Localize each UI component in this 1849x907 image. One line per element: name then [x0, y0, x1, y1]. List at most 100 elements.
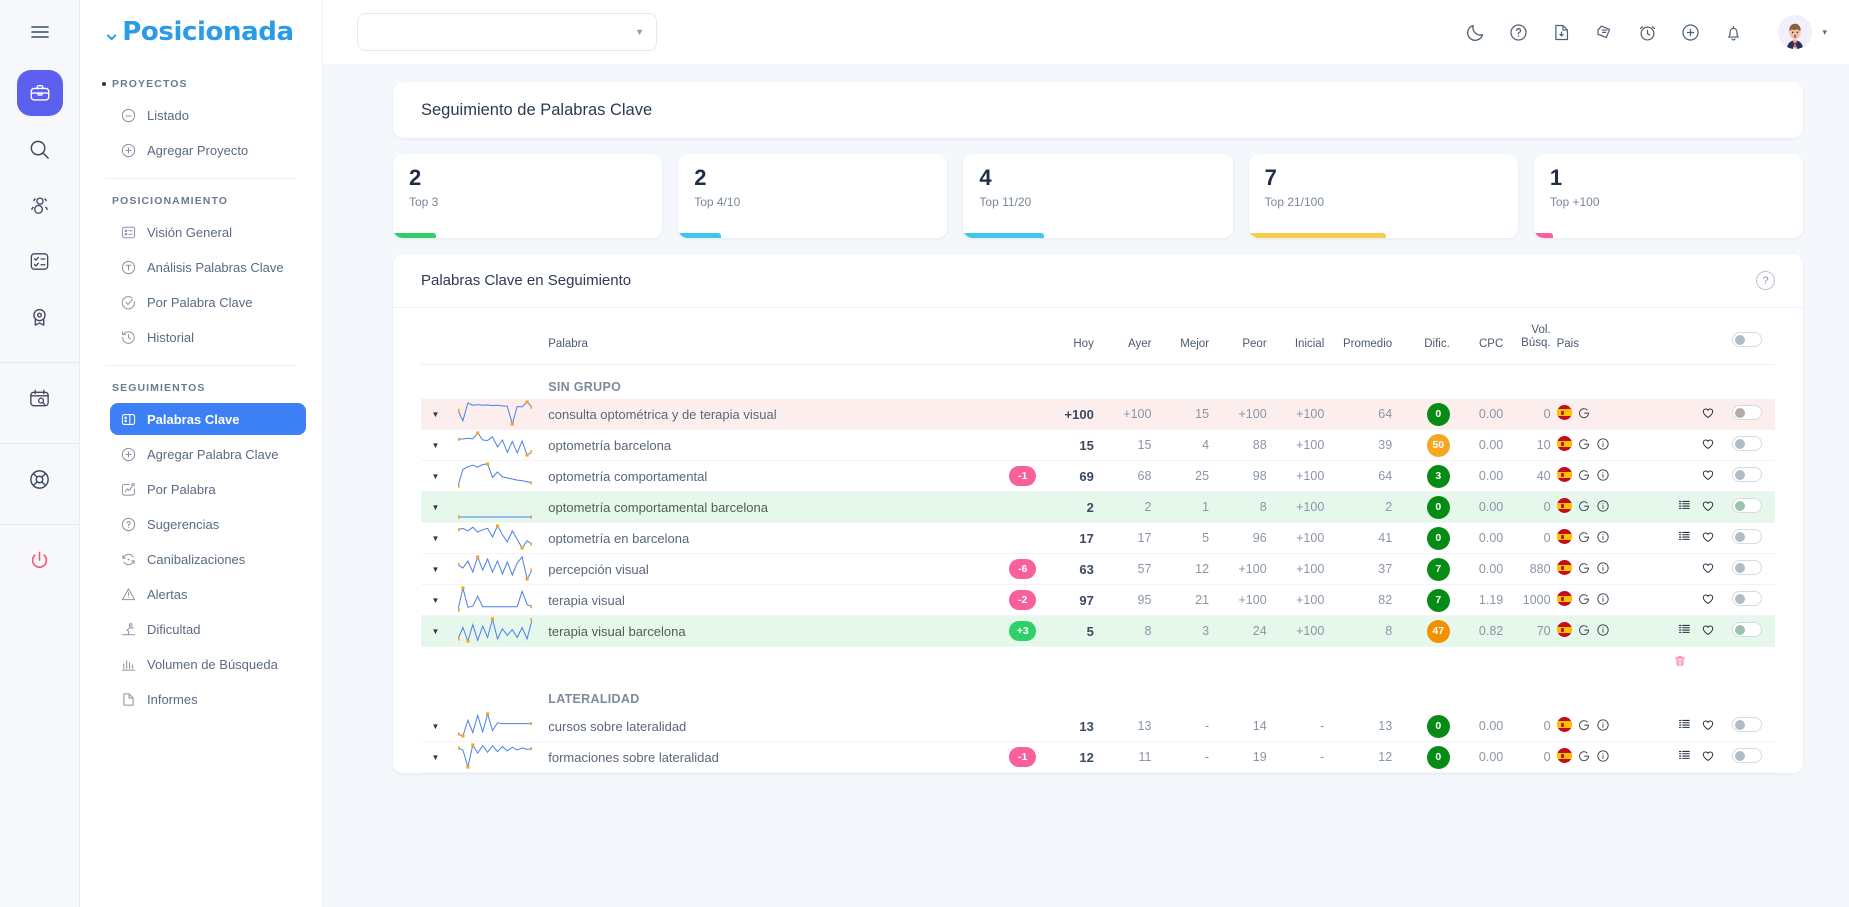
table-row[interactable]: ▼ percepción visual -6 63 57 12 +100 +100 37 7 0.0… [421, 554, 1775, 585]
row-toggle-switch[interactable] [1732, 622, 1763, 638]
row-toggle-switch[interactable] [1732, 498, 1763, 514]
stat-card[interactable]: 1 Top +100 [1533, 154, 1804, 238]
project-selector[interactable]: ▼ [357, 13, 657, 51]
toggle-all-switch[interactable] [1732, 332, 1763, 348]
row-toggle-switch[interactable] [1732, 748, 1763, 764]
stat-card[interactable]: 4 Top 11/20 [963, 154, 1233, 238]
col-dific[interactable]: Dific. [1392, 308, 1450, 365]
serp-list-icon[interactable] [1678, 499, 1691, 515]
menu-icon[interactable] [17, 12, 63, 52]
sidebar-item-listado[interactable]: Listado [110, 99, 306, 131]
favorite-heart-icon[interactable] [1701, 718, 1715, 735]
table-row[interactable]: ▼ consulta optométrica y de terapia visua… [421, 398, 1775, 430]
google-icon[interactable] [1577, 592, 1591, 609]
row-toggle-switch[interactable] [1732, 405, 1763, 421]
row-keyword[interactable]: optometría en barcelona [538, 523, 980, 554]
table-row[interactable]: ▼ cursos sobre lateralidad 13 13 - 14 - 13 0 0.00… [421, 711, 1775, 742]
row-toggle-switch[interactable] [1732, 467, 1763, 483]
google-icon[interactable] [1577, 561, 1591, 578]
calendar-search-icon[interactable] [17, 375, 63, 421]
favorite-heart-icon[interactable] [1701, 561, 1715, 578]
table-row[interactable]: ▼ terapia visual -2 97 95 21 +100 +100 82 7 1.19 10… [421, 585, 1775, 616]
info-icon[interactable] [1596, 468, 1610, 485]
row-toggle-switch[interactable] [1732, 560, 1763, 576]
favorite-heart-icon[interactable] [1701, 468, 1715, 485]
row-toggle-switch[interactable] [1732, 529, 1763, 545]
power-icon[interactable] [17, 537, 63, 583]
favorite-heart-icon[interactable] [1701, 623, 1715, 640]
favorite-heart-icon[interactable] [1701, 749, 1715, 766]
sidebar-item-sugerencias[interactable]: Sugerencias [110, 508, 306, 540]
col-mejor[interactable]: Mejor [1151, 308, 1209, 365]
row-keyword[interactable]: optometría barcelona [538, 430, 980, 461]
info-icon[interactable] [1596, 749, 1610, 766]
brand-logo[interactable]: ⌄ Posicionada [96, 0, 306, 64]
info-icon[interactable] [1596, 623, 1610, 640]
row-keyword[interactable]: terapia visual barcelona [538, 616, 980, 647]
row-expand-caret[interactable]: ▼ [421, 742, 450, 773]
row-expand-caret[interactable]: ▼ [421, 523, 450, 554]
favorite-heart-icon[interactable] [1701, 406, 1715, 423]
google-icon[interactable] [1577, 718, 1591, 735]
sidebar-item-dificultad[interactable]: Dificultad [110, 613, 306, 645]
col-volumen-busqueda[interactable]: Vol. Búsq. [1503, 308, 1550, 365]
row-expand-caret[interactable]: ▼ [421, 461, 450, 492]
sidebar-item-vision-general[interactable]: Visión General [110, 216, 306, 248]
col-peor[interactable]: Peor [1209, 308, 1266, 365]
stat-card[interactable]: 7 Top 21/100 [1248, 154, 1518, 238]
info-icon[interactable] [1596, 718, 1610, 735]
sidebar-item-alertas[interactable]: Alertas [110, 578, 306, 610]
table-row[interactable]: ▼ optometría en barcelona 17 17 5 96 +100 41 0 0.… [421, 523, 1775, 554]
row-expand-caret[interactable]: ▼ [421, 554, 450, 585]
sidebar-item-canibalizaciones[interactable]: Canibalizaciones [110, 543, 306, 575]
info-icon[interactable] [1596, 592, 1610, 609]
row-keyword[interactable]: percepción visual [538, 554, 980, 585]
table-row[interactable]: ▼ optometría comportamental barcelona 2 2 1 8… [421, 491, 1775, 523]
serp-list-icon[interactable] [1678, 530, 1691, 546]
sidebar-item-volumen-de-busqueda[interactable]: Volumen de Búsqueda [110, 648, 306, 680]
sidebar-item-informes[interactable]: Informes [110, 683, 306, 715]
info-icon[interactable] [1596, 437, 1610, 454]
serp-list-icon[interactable] [1678, 749, 1691, 765]
plus-circle-icon[interactable] [1680, 22, 1701, 43]
table-row[interactable]: ▼ optometría comportamental -1 69 68 25 98 +100… [421, 461, 1775, 492]
row-keyword[interactable]: optometría comportamental [538, 461, 980, 492]
col-inicial[interactable]: Inicial [1267, 308, 1324, 365]
lifebuoy-icon[interactable] [17, 456, 63, 502]
row-keyword[interactable]: consulta optométrica y de terapia visual [538, 399, 980, 430]
delete-icon[interactable] [1673, 654, 1687, 671]
question-circle-icon[interactable] [1508, 22, 1529, 43]
google-icon[interactable] [1577, 468, 1591, 485]
info-icon[interactable] [1596, 530, 1610, 547]
checklist-icon[interactable] [17, 238, 63, 284]
table-row[interactable]: ▼ optometría barcelona 15 15 4 88 +100 39 50 0.00… [421, 430, 1775, 461]
row-toggle-switch[interactable] [1732, 436, 1763, 452]
google-icon[interactable] [1577, 749, 1591, 766]
users-icon[interactable] [17, 182, 63, 228]
briefcase-icon[interactable] [16, 70, 63, 116]
favorite-heart-icon[interactable] [1701, 499, 1715, 516]
sidebar-item-por-palabra-clave[interactable]: Por Palabra Clave [110, 286, 306, 318]
col-hoy[interactable]: Hoy [1036, 308, 1093, 365]
file-download-icon[interactable] [1551, 22, 1572, 43]
alarm-clock-icon[interactable] [1637, 22, 1658, 43]
sidebar-item-agregar-palabra-clave[interactable]: Agregar Palabra Clave [110, 438, 306, 470]
google-icon[interactable] [1577, 499, 1591, 516]
col-cpc[interactable]: CPC [1450, 308, 1503, 365]
favorite-heart-icon[interactable] [1701, 592, 1715, 609]
table-row[interactable]: ▼ terapia visual barcelona +3 5 8 3 24 +100 8 47 0… [421, 615, 1775, 647]
search-icon[interactable] [17, 126, 63, 172]
info-icon[interactable] [1596, 561, 1610, 578]
row-toggle-switch[interactable] [1732, 591, 1763, 607]
serp-list-icon[interactable] [1678, 623, 1691, 639]
info-icon[interactable] [1596, 499, 1610, 516]
table-row[interactable]: ▼ formaciones sobre lateralidad -1 12 11 - 19 -… [421, 742, 1775, 773]
stat-card[interactable]: 2 Top 4/10 [678, 154, 948, 238]
col-ayer[interactable]: Ayer [1094, 308, 1151, 365]
chat-stack-icon[interactable] [1594, 22, 1615, 43]
row-expand-caret[interactable]: ▼ [421, 616, 450, 647]
row-keyword[interactable]: terapia visual [538, 585, 980, 616]
row-expand-caret[interactable]: ▼ [421, 585, 450, 616]
row-keyword[interactable]: optometría comportamental barcelona [538, 492, 980, 523]
row-expand-caret[interactable]: ▼ [421, 430, 450, 461]
